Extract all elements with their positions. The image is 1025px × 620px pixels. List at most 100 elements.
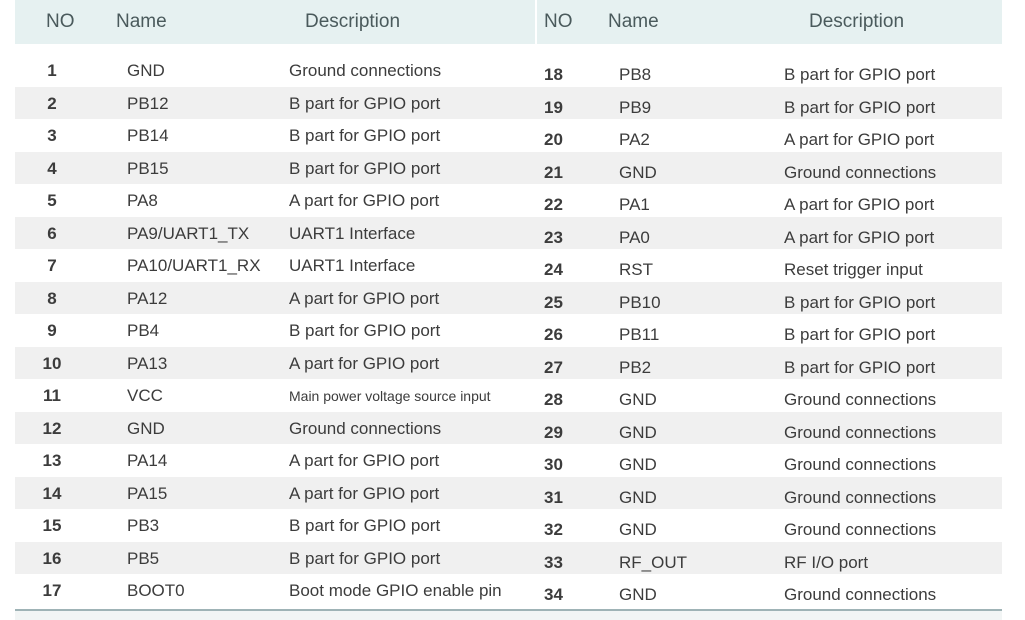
pin-name-left: PA9/UART1_TX <box>127 223 250 243</box>
pin-description-left: A part for GPIO port <box>289 483 440 503</box>
pin-description-right: B part for GPIO port <box>784 325 936 344</box>
pin-description-left: B part for GPIO port <box>289 321 441 340</box>
pin-name-left: GND <box>127 418 165 438</box>
pin-name-left: VCC <box>127 386 163 405</box>
header-divider <box>535 0 537 44</box>
table-row: 16 PB5 B part for GPIO port 33 RF_OUT RF I/O … <box>15 541 1002 574</box>
pin-number-right: 19 <box>544 97 563 117</box>
pin-name-right: PB11 <box>619 325 660 344</box>
pin-description-left: UART1 Interface <box>289 223 416 243</box>
table-row: 15 PB3 B part for GPIO port 32 GND Ground con… <box>15 509 1002 542</box>
pin-description-right: A part for GPIO port <box>784 227 935 247</box>
table-row: 10 PA13 A part for GPIO port 27 PB2 B part fo… <box>15 346 1002 379</box>
pin-number-left: 12 <box>42 418 62 438</box>
pin-name-right: PB2 <box>619 357 652 377</box>
pin-description-left: Main power voltage source input <box>289 388 491 404</box>
pin-description-right: B part for GPIO port <box>784 357 936 377</box>
pin-number-right: 30 <box>544 455 563 474</box>
pin-number-right: 28 <box>544 390 563 409</box>
pin-number-left: 13 <box>42 451 62 470</box>
pin-description-left: Ground connections <box>289 418 442 438</box>
pin-name-right: GND <box>619 487 657 507</box>
pin-name-right: GND <box>619 520 657 539</box>
pin-name-left: PA13 <box>127 353 168 373</box>
pin-description-right: Ground connections <box>784 162 937 182</box>
pin-number-left: 2 <box>47 93 57 113</box>
pin-name-right: PB10 <box>619 292 661 312</box>
pin-name-right: PA1 <box>619 195 650 214</box>
pin-description-right: B part for GPIO port <box>784 65 936 84</box>
table-row: 9 PB4 B part for GPIO port 26 PB11 B part for… <box>15 314 1002 347</box>
pin-name-right: GND <box>619 422 657 442</box>
pin-description-left: A part for GPIO port <box>289 191 440 210</box>
pin-number-left: 8 <box>47 288 57 308</box>
pin-description-left: A part for GPIO port <box>289 451 440 470</box>
pin-number-right: 24 <box>544 260 563 279</box>
table-row: 13 PA14 A part for GPIO port 30 GND Ground co… <box>15 444 1002 477</box>
pin-number-right: 33 <box>544 552 563 572</box>
table-row: 12 GND Ground connections 29 GND Ground conne… <box>15 411 1002 444</box>
pin-number-left: 15 <box>42 516 62 535</box>
pin-number-left: 14 <box>42 483 62 503</box>
table-row: 11 VCC Main power voltage source input 28 GN… <box>15 379 1002 412</box>
pin-name-left: PB3 <box>127 516 160 535</box>
pin-description-right: Ground connections <box>784 585 937 604</box>
table-header: NO Name Description NO Name Description <box>15 0 1002 44</box>
table-row: 2 PB12 B part for GPIO port 19 PB9 B part for… <box>15 86 1002 119</box>
pin-description-right: Ground connections <box>784 422 937 442</box>
pin-number-left: 10 <box>42 353 62 373</box>
pin-number-right: 22 <box>544 195 563 214</box>
pin-name-left: PA10/UART1_RX <box>127 256 261 275</box>
table-row: 14 PA15 A part for GPIO port 31 GND Ground co… <box>15 476 1002 509</box>
pin-number-right: 29 <box>544 422 563 442</box>
pin-number-left: 1 <box>47 61 57 80</box>
pin-description-right: Ground connections <box>784 390 937 409</box>
pin-number-right: 31 <box>544 487 563 507</box>
pin-number-right: 34 <box>544 585 563 604</box>
pin-description-right: A part for GPIO port <box>784 130 935 149</box>
header-no-right: NO <box>544 11 573 32</box>
pin-description-left: Ground connections <box>289 61 442 80</box>
pin-description-right: Ground connections <box>784 520 937 539</box>
pin-number-left: 4 <box>47 158 57 178</box>
pin-name-right: PB9 <box>619 97 652 117</box>
pin-number-right: 21 <box>544 162 563 182</box>
pin-description-left: B part for GPIO port <box>289 516 441 535</box>
pin-name-left: BOOT0 <box>127 581 185 600</box>
pin-description-left: B part for GPIO port <box>289 158 441 178</box>
pin-description-right: B part for GPIO port <box>784 97 936 117</box>
pin-name-left: PB12 <box>127 93 169 113</box>
pin-name-left: PA12 <box>127 288 168 308</box>
pin-number-left: 7 <box>47 256 57 275</box>
pin-description-left: Boot mode GPIO enable pin <box>289 581 502 600</box>
pin-number-right: 23 <box>544 227 563 247</box>
table-row: 5 PA8 A part for GPIO port 22 PA1 A part for … <box>15 184 1002 217</box>
pin-description-left: A part for GPIO port <box>289 288 440 308</box>
pin-number-left: 3 <box>47 126 57 145</box>
header-description-right: Description <box>809 11 905 32</box>
pin-description-left: B part for GPIO port <box>289 548 441 568</box>
pin-description-right: B part for GPIO port <box>784 292 936 312</box>
pin-name-right: RST <box>619 260 653 279</box>
pin-name-right: PA0 <box>619 227 650 247</box>
table-row: 6 PA9/UART1_TX UART1 Interface 23 PA0 A part … <box>15 216 1002 249</box>
pin-number-left: 6 <box>47 223 57 243</box>
pin-name-left: PB4 <box>127 321 160 340</box>
pin-description-right: A part for GPIO port <box>784 195 935 214</box>
pin-description-left: B part for GPIO port <box>289 93 441 113</box>
pin-name-right: PB8 <box>619 65 652 84</box>
pin-name-left: PB5 <box>127 548 160 568</box>
pin-name-right: RF_OUT <box>619 552 687 572</box>
pin-name-left: PA8 <box>127 191 158 210</box>
pin-table: 1 GND Ground connections 18 PB8 B part for GP… <box>15 54 1002 607</box>
pin-number-right: 18 <box>544 65 563 84</box>
pin-name-right: GND <box>619 585 657 604</box>
pin-name-right: PA2 <box>619 130 650 149</box>
pin-number-left: 16 <box>42 548 62 568</box>
pin-number-right: 26 <box>544 325 563 344</box>
pin-description-right: RF I/O port <box>784 552 869 572</box>
pin-name-right: GND <box>619 455 657 474</box>
table-row: 1 GND Ground connections 18 PB8 B part for GP… <box>15 54 1002 87</box>
header-description-left: Description <box>305 11 401 32</box>
pin-number-left: 11 <box>43 386 61 405</box>
